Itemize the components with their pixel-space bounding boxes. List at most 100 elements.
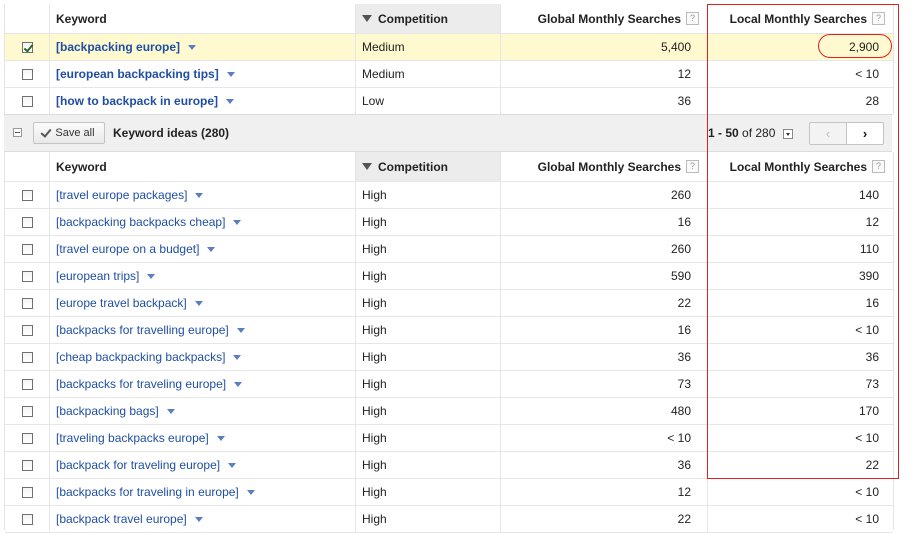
keyword-cell: [backpacks for travelling europe] (50, 317, 356, 343)
keyword-dropdown-icon[interactable] (234, 381, 243, 387)
keyword-dropdown-icon[interactable] (236, 327, 245, 333)
row-checkbox[interactable] (21, 68, 33, 80)
keyword-cell: [traveling backpacks europe] (50, 425, 356, 451)
keyword-dropdown-icon[interactable] (216, 435, 225, 441)
row-checkbox[interactable] (21, 41, 33, 53)
competition-header-label: Competition (378, 159, 448, 174)
keyword-link[interactable]: [travel europe on a budget] (56, 242, 199, 256)
keyword-cell: [backpack travel europe] (50, 506, 356, 532)
row-checkbox-cell (5, 290, 50, 316)
keyword-dropdown-icon[interactable] (233, 219, 242, 225)
save-all-button[interactable]: Save all (33, 122, 105, 144)
keyword-cell: [european backpacking tips] (50, 61, 356, 87)
help-icon[interactable]: ? (686, 160, 699, 173)
row-checkbox-cell (5, 371, 50, 397)
global-searches-column-header[interactable]: Global Monthly Searches ? (501, 152, 708, 181)
global-searches-cell: 36 (501, 88, 708, 114)
competition-cell: High (356, 209, 501, 235)
highlight-annotation-oval (818, 34, 892, 58)
competition-cell: High (356, 479, 501, 505)
local-searches-cell: < 10 (855, 512, 879, 526)
keyword-dropdown-icon[interactable] (226, 71, 235, 77)
row-checkbox[interactable] (21, 459, 33, 471)
row-checkbox-cell (5, 182, 50, 208)
keyword-dropdown-icon[interactable] (226, 98, 235, 104)
sort-down-icon (362, 15, 372, 22)
keyword-link[interactable]: [backpacks for traveling in europe] (56, 485, 239, 499)
row-checkbox-cell (5, 506, 50, 532)
competition-column-header[interactable]: Competition (356, 4, 501, 33)
keyword-link[interactable]: [how to backpack in europe] (56, 94, 218, 108)
global-searches-cell: 480 (501, 398, 708, 424)
row-checkbox-cell (5, 34, 50, 60)
competition-cell: High (356, 344, 501, 370)
keyword-link[interactable]: [backpacking backpacks cheap] (56, 215, 225, 229)
row-checkbox[interactable] (21, 270, 33, 282)
competition-column-header[interactable]: Competition (356, 152, 501, 181)
competition-cell: High (356, 317, 501, 343)
row-checkbox-cell (5, 88, 50, 114)
keyword-cell: [european trips] (50, 263, 356, 289)
row-checkbox[interactable] (21, 405, 33, 417)
keyword-dropdown-icon[interactable] (195, 192, 204, 198)
keyword-link[interactable]: [backpacks for travelling europe] (56, 323, 229, 337)
row-checkbox-cell (5, 317, 50, 343)
row-checkbox-cell (5, 209, 50, 235)
keyword-link[interactable]: [cheap backpacking backpacks] (56, 350, 225, 364)
row-checkbox[interactable] (21, 378, 33, 390)
row-checkbox-cell (5, 236, 50, 262)
keyword-link[interactable]: [european backpacking tips] (56, 67, 219, 81)
keyword-cell: [backpacking bags] (50, 398, 356, 424)
keyword-link[interactable]: [traveling backpacks europe] (56, 431, 209, 445)
competition-cell: Medium (356, 61, 501, 87)
header-checkbox-cell (5, 152, 50, 181)
global-searches-cell: 5,400 (501, 34, 708, 60)
keyword-dropdown-icon[interactable] (166, 408, 175, 414)
row-checkbox[interactable] (21, 189, 33, 201)
competition-cell: High (356, 182, 501, 208)
competition-cell: High (356, 398, 501, 424)
keyword-link[interactable]: [backpack travel europe] (56, 512, 187, 526)
global-searches-column-header[interactable]: Global Monthly Searches ? (501, 4, 708, 33)
table-row[interactable]: [backpacks for traveling in europe] High 1… (5, 479, 893, 506)
row-checkbox-cell (5, 425, 50, 451)
row-checkbox[interactable] (21, 486, 33, 498)
keyword-link[interactable]: [backpack for traveling europe] (56, 458, 220, 472)
keyword-dropdown-icon[interactable] (233, 354, 242, 360)
keyword-dropdown-icon[interactable] (228, 462, 237, 468)
keyword-ideas-title: Keyword ideas (280) (113, 126, 230, 140)
row-checkbox[interactable] (21, 216, 33, 228)
keyword-link[interactable]: [backpacks for traveling europe] (56, 377, 226, 391)
row-checkbox[interactable] (21, 513, 33, 525)
competition-cell: Medium (356, 34, 501, 60)
row-checkbox[interactable] (21, 324, 33, 336)
keyword-dropdown-icon[interactable] (207, 246, 216, 252)
row-checkbox[interactable] (21, 243, 33, 255)
row-checkbox-cell (5, 398, 50, 424)
competition-cell: High (356, 452, 501, 478)
keyword-cell: [backpacking backpacks cheap] (50, 209, 356, 235)
collapse-icon[interactable] (13, 128, 22, 137)
row-checkbox-cell (5, 452, 50, 478)
keyword-link[interactable]: [travel europe packages] (56, 188, 187, 202)
row-checkbox[interactable] (21, 95, 33, 107)
keyword-link[interactable]: [europe travel backpack] (56, 296, 187, 310)
row-checkbox[interactable] (21, 432, 33, 444)
keyword-column-header[interactable]: Keyword (50, 4, 356, 33)
local-searches-cell: < 10 (855, 485, 879, 499)
keyword-dropdown-icon[interactable] (147, 273, 156, 279)
keyword-link[interactable]: [backpacking europe] (56, 40, 180, 54)
row-checkbox[interactable] (21, 297, 33, 309)
keyword-cell: [backpacks for traveling in europe] (50, 479, 356, 505)
help-icon[interactable]: ? (686, 12, 699, 25)
keyword-link[interactable]: [backpacking bags] (56, 404, 159, 418)
keyword-link[interactable]: [european trips] (56, 269, 139, 283)
keyword-dropdown-icon[interactable] (194, 300, 203, 306)
keyword-column-header[interactable]: Keyword (50, 152, 356, 181)
keyword-dropdown-icon[interactable] (194, 516, 203, 522)
competition-cell: High (356, 263, 501, 289)
table-row[interactable]: [backpack travel europe] High 22 < 10 (5, 506, 893, 533)
keyword-dropdown-icon[interactable] (246, 489, 255, 495)
keyword-dropdown-icon[interactable] (188, 44, 197, 50)
row-checkbox[interactable] (21, 351, 33, 363)
